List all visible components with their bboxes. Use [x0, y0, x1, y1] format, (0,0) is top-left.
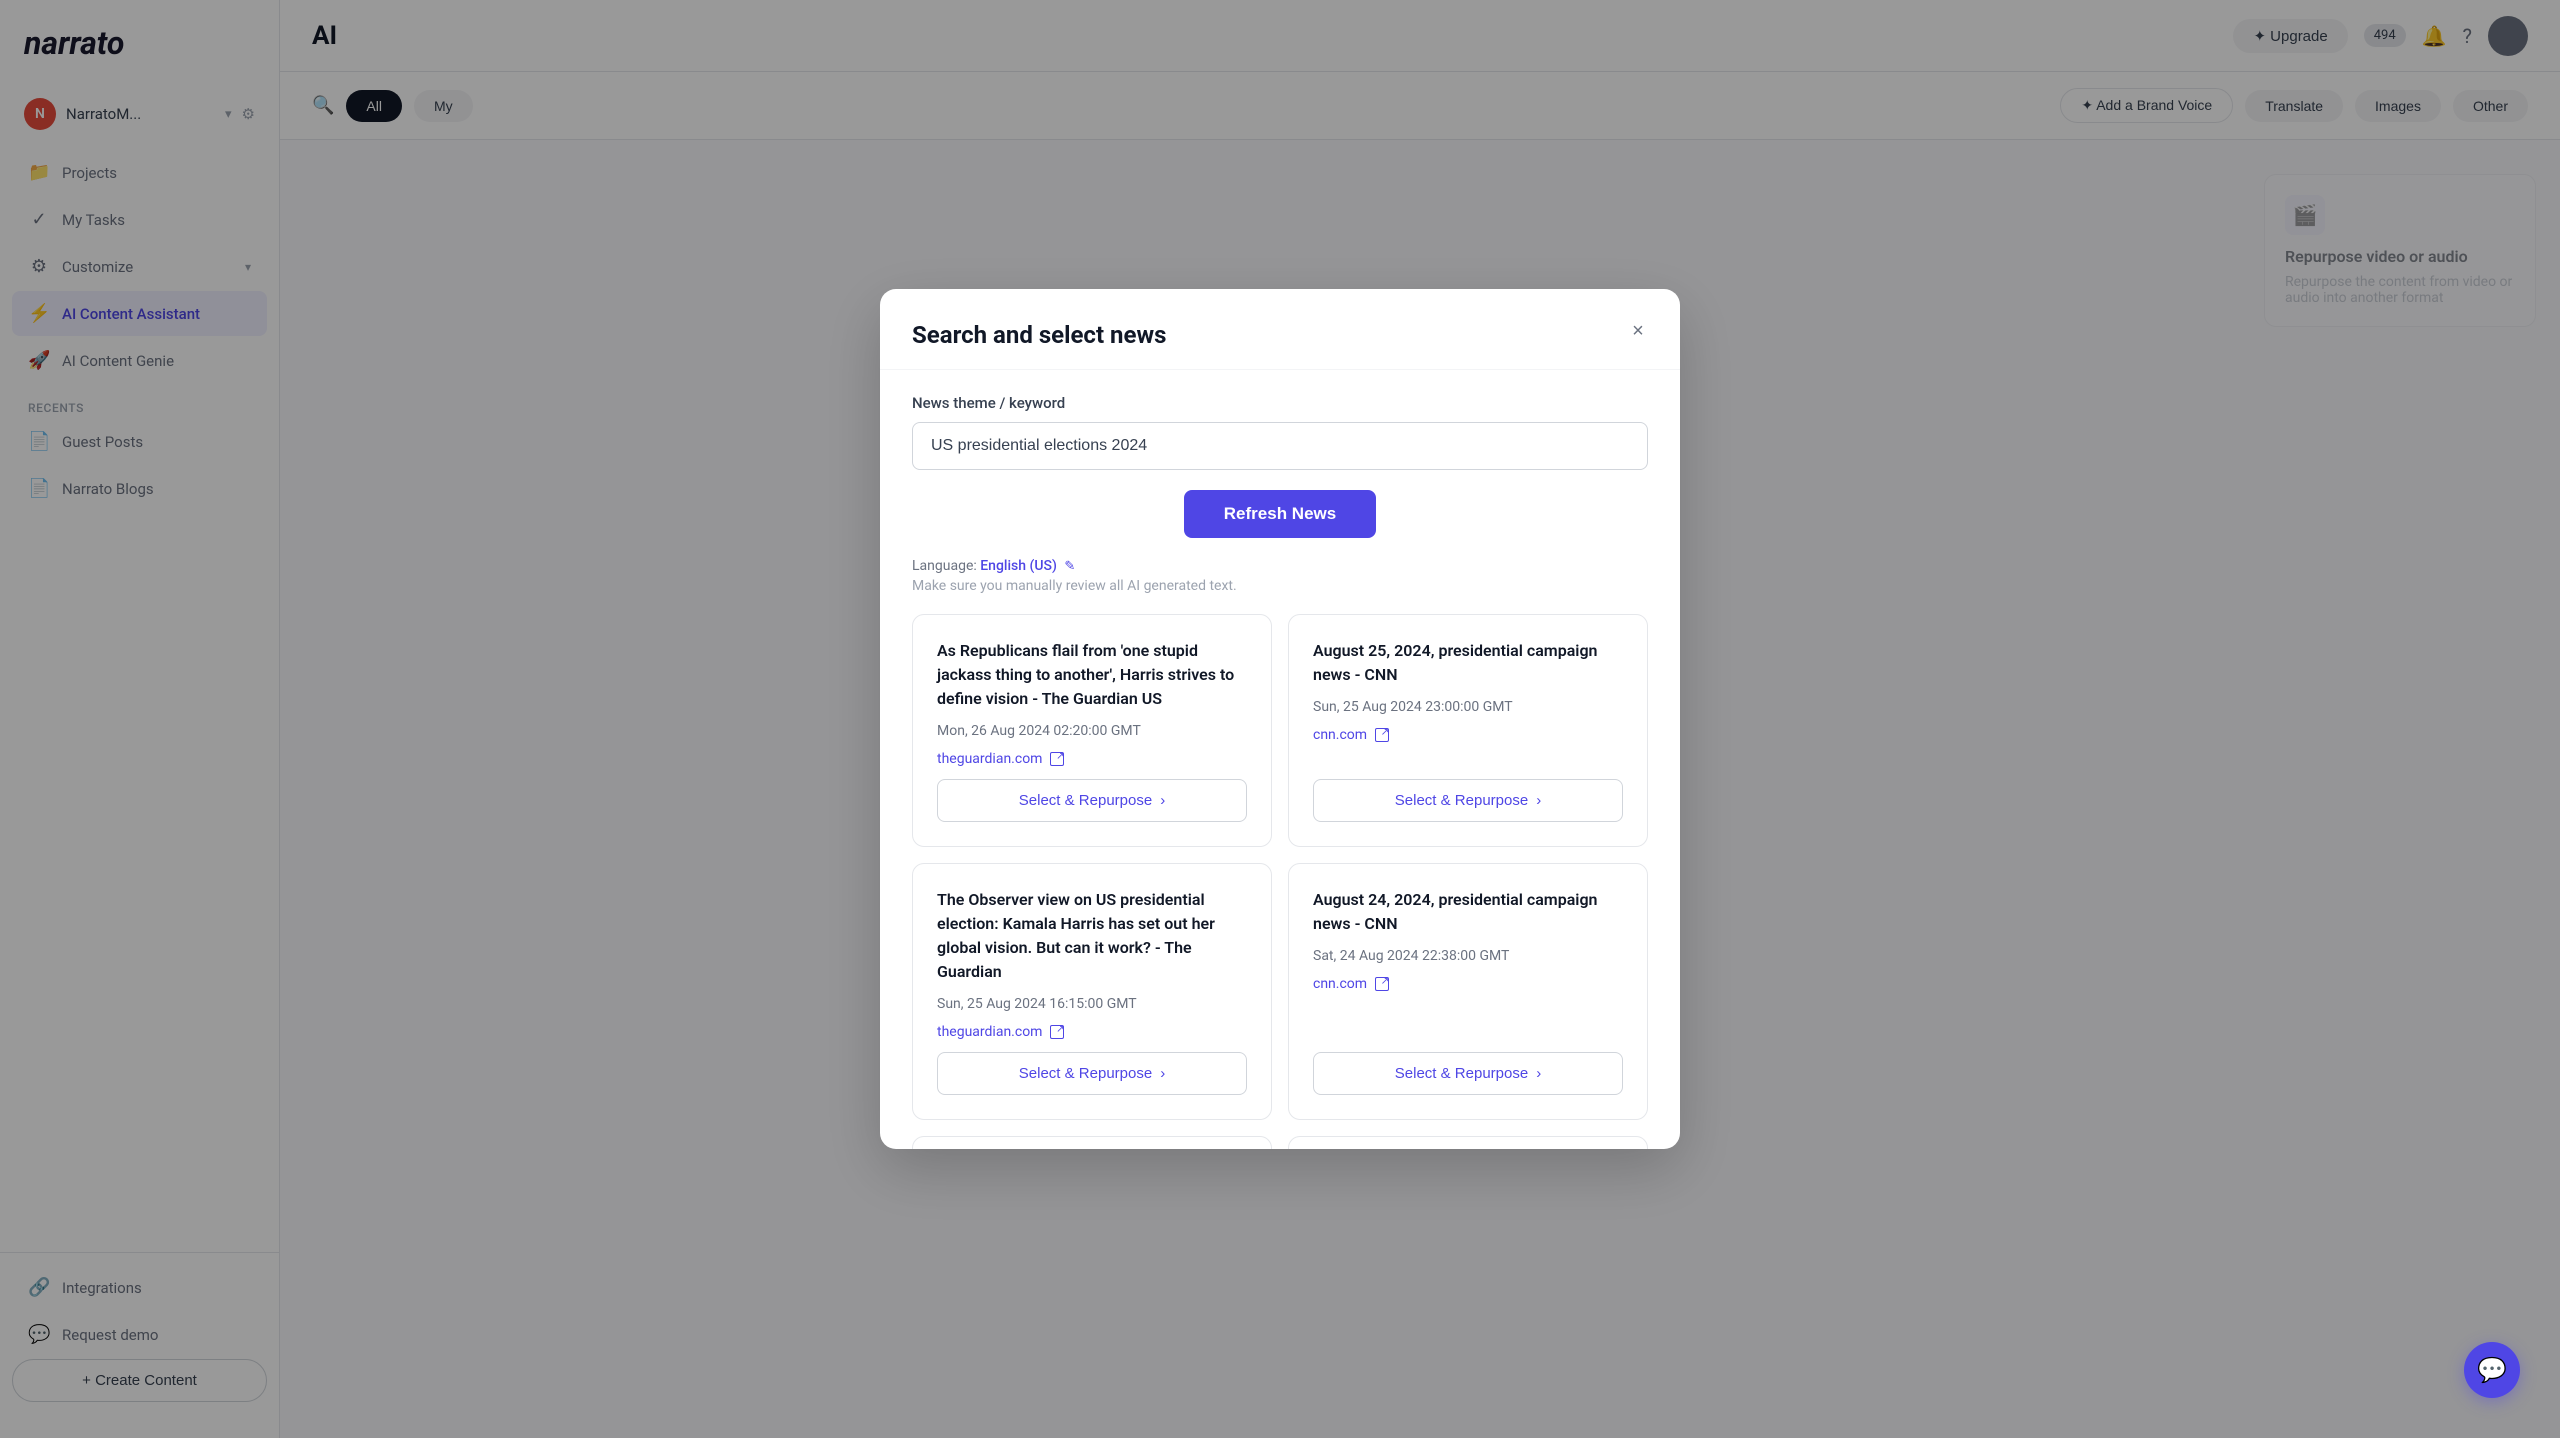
- news-card: Election 2024: RFK Jr. suspends his pres…: [1288, 1136, 1648, 1149]
- select-repurpose-button[interactable]: Select & Repurpose ›: [937, 779, 1247, 822]
- chevron-right-icon: ›: [1536, 1065, 1541, 1082]
- select-repurpose-button[interactable]: Select & Repurpose ›: [1313, 1052, 1623, 1095]
- news-date: Sun, 25 Aug 2024 23:00:00 GMT: [1313, 699, 1623, 715]
- news-card: Tracking 2024 presidential polls: Trump,…: [912, 1136, 1272, 1149]
- news-modal: Search and select news × News theme / ke…: [880, 289, 1680, 1149]
- news-title: The Observer view on US presidential ele…: [937, 888, 1247, 984]
- form-label: News theme / keyword: [912, 394, 1648, 412]
- news-source-link[interactable]: theguardian.com: [937, 1024, 1247, 1040]
- edit-icon[interactable]: ✎: [1064, 559, 1075, 574]
- news-card: The Observer view on US presidential ele…: [912, 863, 1272, 1120]
- chevron-right-icon: ›: [1160, 1065, 1165, 1082]
- modal-overlay[interactable]: Search and select news × News theme / ke…: [0, 0, 2560, 1438]
- select-repurpose-button[interactable]: Select & Repurpose ›: [1313, 779, 1623, 822]
- news-card: As Republicans flail from 'one stupid ja…: [912, 614, 1272, 847]
- news-card: August 25, 2024, presidential campaign n…: [1288, 614, 1648, 847]
- news-source-link[interactable]: theguardian.com: [937, 751, 1247, 767]
- chat-bubble-button[interactable]: 💬: [2464, 1342, 2520, 1398]
- news-date: Sun, 25 Aug 2024 16:15:00 GMT: [937, 996, 1247, 1012]
- news-date: Sat, 24 Aug 2024 22:38:00 GMT: [1313, 948, 1623, 964]
- news-title: As Republicans flail from 'one stupid ja…: [937, 639, 1247, 711]
- news-source-link[interactable]: cnn.com: [1313, 727, 1623, 743]
- external-link-icon: [1375, 728, 1389, 742]
- disclaimer-text: Make sure you manually review all AI gen…: [912, 578, 1648, 594]
- news-grid: As Republicans flail from 'one stupid ja…: [912, 614, 1648, 1149]
- modal-body: News theme / keyword Refresh News Langua…: [880, 370, 1680, 1149]
- refresh-news-button[interactable]: Refresh News: [1184, 490, 1376, 538]
- chevron-right-icon: ›: [1536, 792, 1541, 809]
- modal-title: Search and select news: [912, 321, 1648, 349]
- external-link-icon: [1050, 752, 1064, 766]
- news-search-input[interactable]: [912, 422, 1648, 470]
- select-repurpose-button[interactable]: Select & Repurpose ›: [937, 1052, 1247, 1095]
- modal-header: Search and select news ×: [880, 289, 1680, 370]
- chat-icon: 💬: [2477, 1356, 2507, 1384]
- external-link-icon: [1375, 977, 1389, 991]
- news-card: August 24, 2024, presidential campaign n…: [1288, 863, 1648, 1120]
- chevron-right-icon: ›: [1160, 792, 1165, 809]
- modal-close-button[interactable]: ×: [1620, 313, 1656, 349]
- language-line: Language: English (US) ✎: [912, 558, 1648, 574]
- news-date: Mon, 26 Aug 2024 02:20:00 GMT: [937, 723, 1247, 739]
- news-title: August 24, 2024, presidential campaign n…: [1313, 888, 1623, 936]
- external-link-icon: [1050, 1025, 1064, 1039]
- language-link[interactable]: English (US): [980, 558, 1057, 574]
- news-title: August 25, 2024, presidential campaign n…: [1313, 639, 1623, 687]
- news-source-link[interactable]: cnn.com: [1313, 976, 1623, 992]
